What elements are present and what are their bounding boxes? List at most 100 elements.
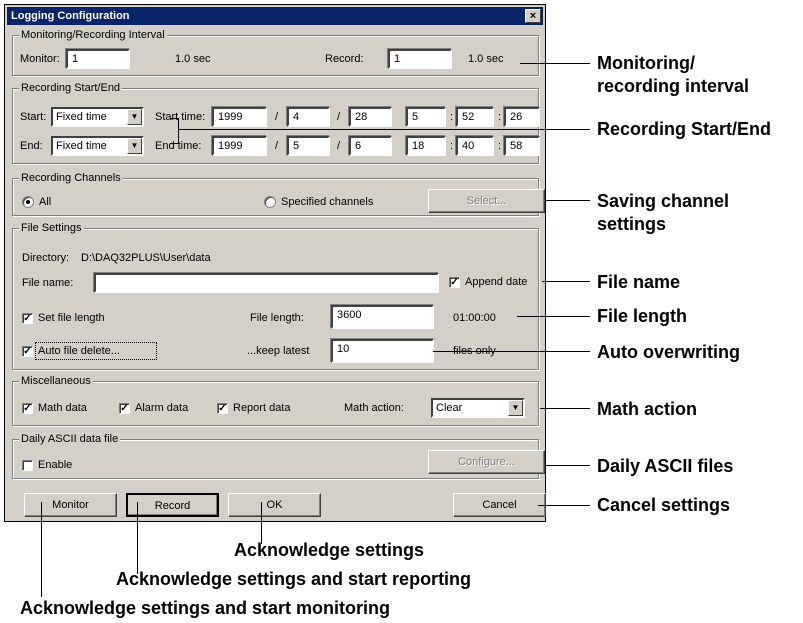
auto-file-delete-label[interactable]: Auto file delete... (38, 344, 120, 358)
record-label: Record: (325, 53, 364, 65)
end-year-input[interactable]: 1999 (212, 136, 267, 156)
monitor-leader-line (41, 502, 42, 597)
math-data-checkbox[interactable]: ✓ (22, 403, 33, 414)
annotation-file-length: File length (597, 306, 687, 326)
date-separator: / (275, 140, 279, 152)
start-label: Start: (20, 111, 47, 123)
start-day-input[interactable]: 28 (349, 107, 392, 127)
time-separator: : (498, 111, 502, 123)
start-time-label: Start time: (155, 111, 206, 123)
append-date-label[interactable]: Append date (465, 275, 527, 289)
alarm-data-checkbox[interactable]: ✓ (119, 403, 130, 414)
ok-button[interactable]: OK (228, 493, 321, 517)
annotation-record: Acknowledge settings and start reporting (116, 569, 472, 589)
record-leader-line (137, 502, 138, 574)
start-minute-input[interactable]: 52 (456, 107, 494, 127)
alarm-data-label[interactable]: Alarm data (135, 401, 188, 415)
record-interval-input[interactable]: 1 (388, 49, 452, 69)
startend-leader-line (178, 129, 590, 130)
file-length-leader-line (517, 316, 590, 317)
start-second-input[interactable]: 26 (504, 107, 540, 127)
ok-leader-line (261, 502, 262, 544)
close-icon: × (529, 10, 537, 22)
end-hour-input[interactable]: 18 (406, 136, 446, 156)
set-file-length-label[interactable]: Set file length (38, 311, 105, 325)
all-channels-radio[interactable] (22, 196, 34, 208)
math-action-label: Math action: (344, 402, 404, 414)
annotation-daily-ascii: Daily ASCII files (597, 456, 734, 476)
enable-daily-ascii-checkbox[interactable] (22, 460, 33, 471)
logging-configuration-dialog: Logging Configuration × Monitoring/Recor… (4, 4, 546, 522)
all-channels-label[interactable]: All (39, 195, 51, 209)
math-data-label[interactable]: Math data (38, 401, 87, 415)
cancel-leader-line (538, 505, 590, 506)
cancel-button[interactable]: Cancel (453, 493, 546, 517)
daily-ascii-leader-line (545, 465, 590, 466)
end-label: End: (20, 140, 43, 152)
configure-button[interactable]: Configure... (428, 450, 545, 474)
auto-overwrite-leader-line (433, 351, 590, 352)
end-minute-input[interactable]: 40 (456, 136, 494, 156)
end-mode-value: Fixed time (56, 140, 107, 152)
set-file-length-checkbox[interactable]: ✓ (22, 313, 33, 324)
start-year-input[interactable]: 1999 (212, 107, 267, 127)
file-length-label: File length: (250, 312, 304, 324)
startend-bracket-top (170, 118, 179, 119)
chevron-down-icon[interactable]: ▼ (127, 109, 142, 125)
startend-group-label: Recording Start/End (19, 81, 123, 95)
annotation-cancel: Cancel settings (597, 495, 731, 515)
annotation-file-name: File name (597, 272, 681, 292)
directory-label: Directory: (22, 252, 70, 264)
record-button[interactable]: Record (126, 493, 219, 517)
select-channels-button[interactable]: Select... (428, 189, 545, 213)
date-separator: / (275, 111, 279, 123)
miscellaneous-group-label: Miscellaneous (19, 374, 93, 388)
startend-bracket-line (178, 118, 179, 144)
monitor-interval-input[interactable]: 1 (66, 49, 130, 69)
monitor-button[interactable]: Monitor (24, 493, 117, 517)
annotation-math-action: Math action (597, 399, 698, 419)
append-date-checkbox[interactable]: ✓ (449, 277, 460, 288)
start-hour-input[interactable]: 5 (406, 107, 446, 127)
keep-latest-input[interactable]: 10 (331, 339, 434, 363)
channels-leader-line (545, 200, 590, 201)
start-mode-select[interactable]: Fixed time ▼ (51, 107, 144, 127)
start-month-input[interactable]: 4 (287, 107, 330, 127)
file-name-input[interactable] (94, 273, 439, 293)
math-action-select[interactable]: Clear ▼ (431, 398, 525, 418)
enable-daily-ascii-label[interactable]: Enable (38, 458, 72, 472)
annotation-monitor: Acknowledge settings and start monitorin… (20, 598, 391, 618)
file-length-time: 01:00:00 (453, 312, 496, 324)
end-day-input[interactable]: 6 (349, 136, 392, 156)
title-bar[interactable]: Logging Configuration × (7, 7, 543, 25)
close-button[interactable]: × (525, 9, 541, 23)
specified-channels-radio[interactable] (264, 196, 276, 208)
report-data-checkbox[interactable]: ✓ (217, 403, 228, 414)
annotation-startend: Recording Start/End (597, 119, 772, 139)
annotation-interval-line2: recording interval (597, 76, 750, 96)
math-action-leader-line (540, 408, 590, 409)
interval-group: Monitoring/Recording Interval Monitor: 1… (12, 28, 539, 76)
chevron-down-icon[interactable]: ▼ (127, 138, 142, 154)
auto-file-delete-checkbox[interactable]: ✓ (22, 346, 33, 357)
file-length-input[interactable]: 3600 (331, 305, 434, 329)
date-separator: / (337, 140, 341, 152)
daily-ascii-group: Daily ASCII data file Enable Configure..… (12, 432, 545, 479)
annotation-channels-line2: settings (597, 214, 667, 234)
end-mode-select[interactable]: Fixed time ▼ (51, 136, 144, 156)
end-month-input[interactable]: 5 (287, 136, 330, 156)
report-data-label[interactable]: Report data (233, 401, 290, 415)
start-mode-value: Fixed time (56, 111, 107, 123)
record-interval-text: 1.0 sec (468, 53, 504, 65)
file-settings-group-label: File Settings (19, 221, 84, 235)
time-separator: : (450, 111, 454, 123)
file-name-leader-line (542, 281, 590, 282)
chevron-down-icon[interactable]: ▼ (508, 400, 523, 416)
specified-channels-label[interactable]: Specified channels (281, 195, 373, 209)
end-second-input[interactable]: 58 (504, 136, 540, 156)
monitor-interval-text: 1.0 sec (175, 53, 211, 65)
annotation-auto-overwrite: Auto overwriting (597, 342, 740, 362)
annotation-interval-line1: Monitoring/ (597, 53, 695, 73)
file-name-label: File name: (22, 277, 74, 289)
directory-value: D:\DAQ32PLUS\User\data (81, 252, 211, 264)
